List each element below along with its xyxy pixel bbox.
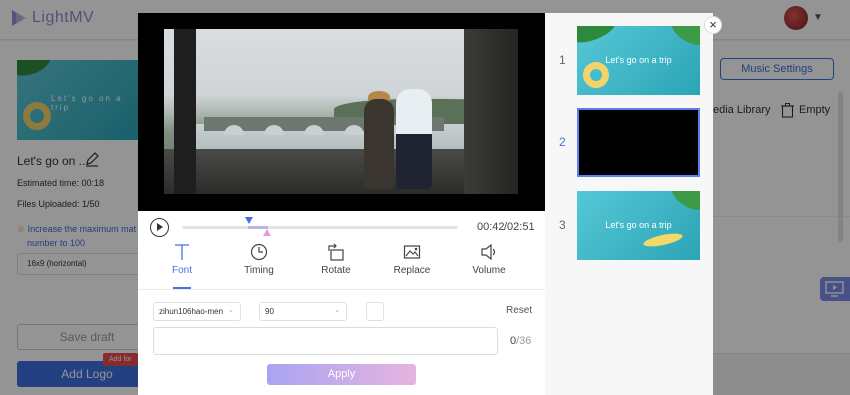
clip-thumbnail-3[interactable]: Let's go on a trip	[577, 191, 700, 260]
tab-volume-label: Volume	[472, 265, 506, 276]
char-counter: 0/36	[510, 335, 531, 347]
timeline-track[interactable]	[182, 226, 458, 229]
font-family-select[interactable]: zihun106hao-men ⌄	[153, 302, 241, 321]
clip-editor-modal: 00:42 /02:51 Font Timing Rotate Replace	[138, 13, 722, 395]
tab-replace-label: Replace	[393, 265, 431, 276]
clock-icon	[250, 243, 268, 261]
chevron-down-icon: ⌄	[228, 307, 234, 314]
statue	[464, 29, 518, 194]
clip-list: 1 Let's go on a trip 2 3 Let's go on a t…	[545, 13, 713, 395]
leaf-decoration	[667, 191, 700, 216]
caption-text-input[interactable]	[153, 327, 498, 355]
replace-icon	[403, 245, 421, 259]
clip-caption: Let's go on a trip	[605, 220, 672, 230]
font-icon	[175, 244, 189, 260]
tab-rotate-label: Rotate	[321, 265, 351, 276]
leaf-decoration	[577, 26, 620, 48]
font-size-select[interactable]: 90 ⌄	[259, 302, 347, 321]
float-ring-decoration	[583, 62, 609, 88]
lamp-post	[174, 29, 196, 194]
font-color-picker[interactable]	[366, 302, 384, 321]
current-time: 00:42	[477, 221, 505, 233]
char-max: /36	[516, 335, 532, 347]
clip-number: 1	[559, 53, 566, 67]
volume-icon	[481, 243, 496, 261]
tab-timing[interactable]: Timing	[229, 243, 289, 276]
chevron-down-icon: ⌄	[334, 307, 340, 314]
divider	[138, 289, 545, 290]
apply-button[interactable]: Apply	[267, 364, 416, 385]
clip-number: 3	[559, 218, 566, 232]
font-size-value: 90	[265, 307, 274, 316]
reset-button[interactable]: Reset	[506, 305, 532, 316]
tab-timing-label: Timing	[244, 265, 274, 276]
clip-caption: Let's go on a trip	[605, 55, 672, 65]
tab-rotate[interactable]: Rotate	[306, 243, 366, 276]
tab-font[interactable]: Font	[152, 243, 212, 276]
font-family-value: zihun106hao-men	[159, 307, 224, 316]
clip-number: 2	[559, 135, 566, 149]
surfboard-decoration	[642, 230, 684, 250]
video-frame[interactable]	[164, 29, 518, 194]
clip-thumbnail-1[interactable]: Let's go on a trip	[577, 26, 700, 95]
tab-font-label: Font	[171, 265, 192, 276]
start-marker-handle[interactable]	[245, 217, 253, 224]
rotate-icon	[328, 243, 344, 261]
tab-volume[interactable]: Volume	[459, 243, 519, 276]
video-preview-area	[138, 13, 545, 211]
close-icon[interactable]: ×	[704, 16, 722, 34]
person-man	[396, 89, 432, 189]
end-marker-handle[interactable]	[263, 229, 271, 236]
person-woman	[364, 99, 394, 189]
tab-replace[interactable]: Replace	[382, 243, 442, 276]
clip-thumbnail-2[interactable]	[577, 108, 700, 177]
total-time: /02:51	[504, 221, 535, 233]
leaf-decoration	[667, 26, 700, 51]
play-button[interactable]	[150, 218, 169, 237]
